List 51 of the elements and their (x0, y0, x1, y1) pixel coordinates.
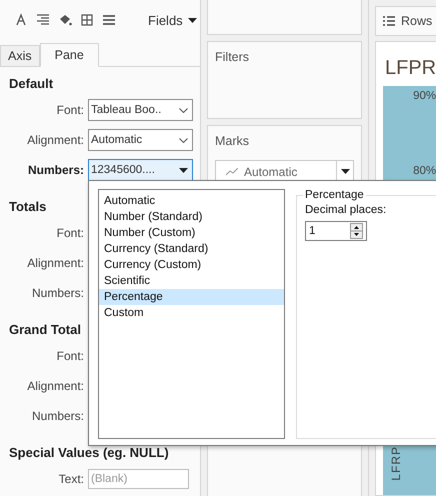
dropdown-field[interactable]: Tableau Boo.. (88, 99, 193, 121)
section-title: Grand Total (9, 320, 81, 338)
caret-icon (179, 168, 188, 172)
list-icon (383, 16, 395, 26)
section-title: Totals (9, 198, 46, 216)
tab[interactable]: Pane (40, 43, 99, 67)
format-option[interactable]: Number (Custom) (99, 225, 284, 241)
shelf-label: Rows (401, 14, 432, 28)
caret-icon (340, 169, 350, 174)
format-option[interactable]: Automatic (99, 193, 284, 209)
fields-menu[interactable]: Fields (146, 10, 199, 30)
format-option[interactable]: Percentage (99, 289, 284, 305)
chevron-down-icon (179, 108, 188, 112)
field-label: Numbers: (30, 286, 84, 300)
field-label: Font: (56, 103, 84, 117)
field-label: Font: (56, 349, 84, 363)
grid-icon[interactable] (80, 13, 94, 27)
spin-arrows-icon[interactable] (350, 223, 363, 239)
font-icon[interactable] (14, 13, 28, 27)
section-title: Special Values (eg. NULL) (9, 444, 169, 462)
field-label: Decimal places: (305, 204, 388, 216)
axis-label: 80% (413, 165, 436, 179)
text-field[interactable]: (Blank) (88, 469, 189, 489)
line-chart-icon (226, 168, 238, 176)
format-option[interactable]: Currency (Standard) (99, 241, 284, 257)
format-option[interactable]: Currency (Custom) (99, 257, 284, 273)
card-title: Filters (215, 50, 250, 64)
field-label: Numbers: (30, 409, 84, 423)
decimal-spinner[interactable]: 1 (305, 221, 367, 241)
axis-title: LFRP (389, 446, 403, 481)
format-option[interactable]: Custom (99, 305, 284, 321)
format-option[interactable]: Number (Standard) (99, 209, 284, 225)
tab[interactable]: Axis (0, 45, 40, 66)
group-title: Percentage (304, 189, 365, 201)
align-right-icon[interactable] (36, 13, 50, 27)
axis-label: 90% (413, 90, 436, 104)
section-title: Default (9, 74, 54, 92)
dropdown-field[interactable]: Automatic (88, 129, 193, 151)
field-label: Alignment: (26, 256, 84, 270)
card-title: Marks (215, 134, 250, 148)
field-label: Text: (58, 472, 84, 486)
field-label: Alignment: (26, 379, 84, 393)
field-label: Numbers: (26, 163, 84, 177)
format-option[interactable]: Scientific (99, 273, 284, 289)
chart-title: LFPR (384, 56, 436, 81)
field-label: Font: (56, 226, 84, 240)
field-label: Alignment: (26, 133, 84, 147)
chevron-down-icon (179, 138, 188, 142)
lines-icon[interactable] (102, 13, 116, 27)
caret-icon (188, 18, 197, 22)
dropdown-field[interactable]: 12345600.... (88, 159, 193, 181)
